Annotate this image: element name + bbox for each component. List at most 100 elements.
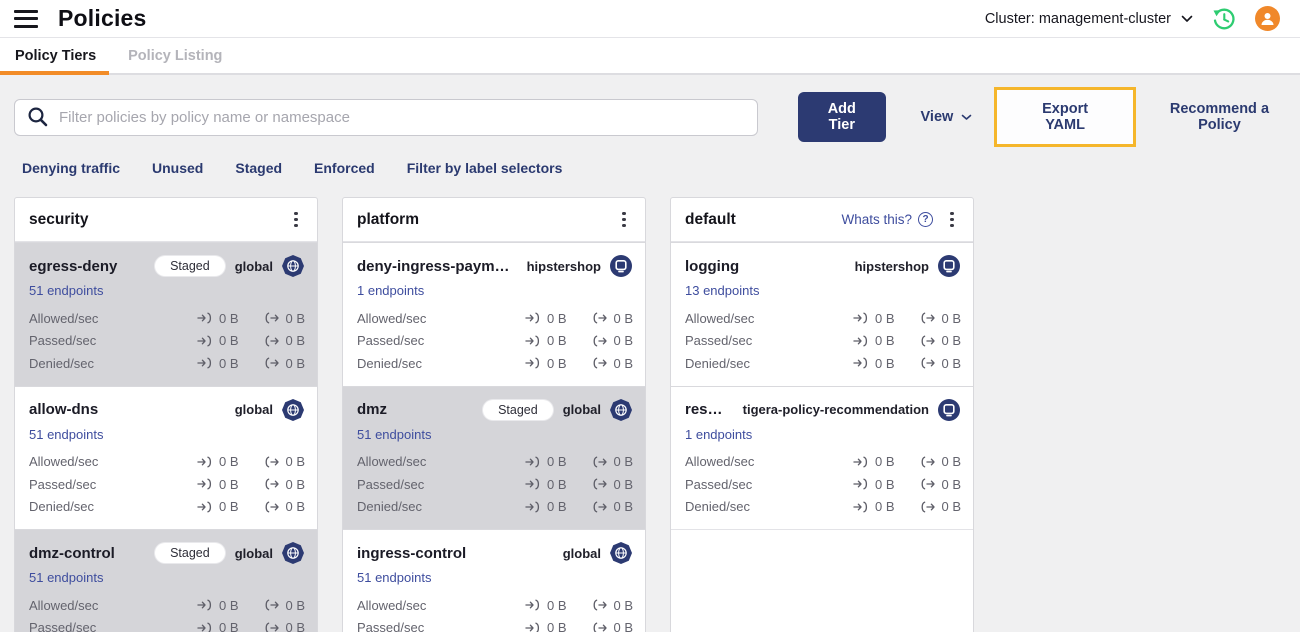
metric-label: Denied/sec — [357, 499, 423, 515]
egress-value: 0 B — [941, 333, 961, 349]
history-restore-icon[interactable] — [1211, 6, 1237, 32]
tab-bar: Policy Tiers Policy Listing — [0, 38, 1300, 75]
staged-badge: Staged — [155, 256, 225, 276]
view-dropdown-button[interactable]: View — [921, 109, 973, 125]
kebab-menu-icon[interactable] — [615, 211, 633, 229]
egress-value: 0 B — [941, 454, 961, 470]
tier-header: security — [15, 198, 317, 242]
metric-label: Passed/sec — [685, 476, 753, 492]
policy-scope-label: hipstershop — [526, 258, 601, 274]
ingress-arrow-icon — [853, 335, 870, 347]
metric-row: Passed/sec 0 B 0 B — [685, 330, 961, 353]
metric-label: Allowed/sec — [357, 454, 427, 470]
add-tier-button[interactable]: Add Tier — [798, 92, 886, 142]
ingress-arrow-icon — [853, 501, 870, 513]
tab-policy-listing[interactable]: Policy Listing — [112, 38, 238, 73]
filter-label-selectors[interactable]: Filter by label selectors — [407, 160, 563, 176]
ingress-arrow-icon — [525, 478, 542, 490]
policy-search-input[interactable] — [59, 108, 746, 126]
endpoints-link[interactable]: 51 endpoints — [29, 570, 103, 585]
metric-label: Allowed/sec — [685, 454, 755, 470]
cluster-selector[interactable]: Cluster: management-cluster — [985, 11, 1193, 27]
filter-denying-traffic[interactable]: Denying traffic — [22, 160, 120, 176]
ingress-arrow-icon — [197, 312, 214, 324]
metric-row: Allowed/sec 0 B 0 B — [357, 451, 633, 474]
tier-header: platform — [343, 198, 645, 242]
ingress-arrow-icon — [525, 335, 542, 347]
metric-row: Passed/sec 0 B 0 B — [357, 473, 633, 496]
ingress-arrow-icon — [525, 599, 542, 611]
staged-badge: Staged — [155, 543, 225, 563]
ingress-value: 0 B — [219, 454, 239, 470]
egress-value: 0 B — [613, 597, 633, 613]
metric-row: Allowed/sec 0 B 0 B — [29, 451, 305, 474]
ingress-value: 0 B — [875, 499, 895, 515]
policy-scope-label: global — [562, 545, 601, 561]
metric-label: Allowed/sec — [29, 310, 99, 326]
kebab-menu-icon[interactable] — [287, 211, 305, 229]
metric-row: Allowed/sec 0 B 0 B — [685, 451, 961, 474]
metric-row: Passed/sec 0 B 0 B — [685, 473, 961, 496]
user-avatar-icon[interactable] — [1255, 6, 1280, 31]
egress-arrow-icon — [591, 599, 608, 611]
endpoints-link[interactable]: 51 endpoints — [29, 427, 103, 442]
policy-card[interactable]: egress-deny Staged global 51 endpoints Allow… — [15, 242, 317, 386]
egress-value: 0 B — [285, 333, 305, 349]
metric-label: Denied/sec — [685, 355, 751, 371]
menu-icon[interactable] — [14, 9, 38, 28]
endpoints-link[interactable]: 51 endpoints — [357, 427, 431, 442]
recommend-policy-button[interactable]: Recommend a Policy — [1153, 101, 1286, 133]
endpoints-link[interactable]: 1 endpoints — [357, 283, 424, 298]
policy-card[interactable]: dmz-control Staged global 51 endpoints Allow… — [15, 529, 317, 632]
ingress-arrow-icon — [525, 312, 542, 324]
policy-card[interactable]: logging hipstershop 13 endpoints Allowed/se… — [671, 242, 973, 386]
filter-enforced[interactable]: Enforced — [314, 160, 375, 176]
ingress-value: 0 B — [219, 310, 239, 326]
policy-name: restricted — [685, 401, 733, 418]
egress-arrow-icon — [263, 312, 280, 324]
metric-row: Denied/sec 0 B 0 B — [29, 496, 305, 519]
egress-arrow-icon — [263, 622, 280, 632]
policy-card[interactable]: restricted tigera-policy-recommendation 1 … — [671, 385, 973, 530]
ingress-arrow-icon — [197, 622, 214, 632]
policy-name: ingress-control — [357, 544, 467, 562]
policy-card[interactable]: deny-ingress-paymentservi... hipstershop 1… — [343, 242, 645, 386]
metric-label: Allowed/sec — [357, 310, 427, 326]
egress-arrow-icon — [263, 501, 280, 513]
policy-card[interactable]: allow-dns global 51 endpoints Allowed/sec 0 … — [15, 385, 317, 530]
metric-label: Passed/sec — [685, 333, 753, 349]
metric-label: Passed/sec — [29, 476, 97, 492]
whats-this-link[interactable]: Whats this?? — [841, 212, 933, 227]
egress-value: 0 B — [613, 620, 633, 632]
egress-arrow-icon — [919, 501, 936, 513]
kebab-menu-icon[interactable] — [943, 211, 961, 229]
app-header: Policies Cluster: management-cluster — [0, 0, 1300, 38]
ingress-value: 0 B — [875, 476, 895, 492]
metric-label: Allowed/sec — [357, 597, 427, 613]
metric-row: Allowed/sec 0 B 0 B — [357, 594, 633, 617]
policy-search-box[interactable] — [14, 98, 759, 136]
metric-label: Passed/sec — [357, 476, 425, 492]
endpoints-link[interactable]: 51 endpoints — [29, 283, 103, 298]
egress-arrow-icon — [591, 335, 608, 347]
endpoints-link[interactable]: 13 endpoints — [685, 283, 759, 298]
egress-value: 0 B — [941, 476, 961, 492]
tier-name: security — [29, 210, 89, 228]
tier-column-security: security egress-deny Staged global 51 endpoi… — [14, 197, 318, 632]
export-yaml-button[interactable]: Export YAML — [1024, 101, 1106, 133]
filter-staged[interactable]: Staged — [235, 160, 282, 176]
export-yaml-highlight: Export YAML — [994, 87, 1136, 147]
endpoints-link[interactable]: 1 endpoints — [685, 427, 752, 442]
policy-card[interactable]: dmz Staged global 51 endpoints Allowed/sec 0 … — [343, 385, 645, 529]
policy-card[interactable]: ingress-control global 51 endpoints Allowed… — [343, 529, 645, 632]
endpoints-link[interactable]: 51 endpoints — [357, 570, 431, 585]
filter-unused[interactable]: Unused — [152, 160, 203, 176]
metric-label: Passed/sec — [357, 620, 425, 632]
ingress-arrow-icon — [525, 622, 542, 632]
staged-badge: Staged — [483, 399, 553, 420]
ingress-value: 0 B — [219, 355, 239, 371]
tier-name: default — [685, 210, 736, 228]
tab-policy-tiers[interactable]: Policy Tiers — [0, 38, 110, 75]
tier-column-platform: platform deny-ingress-paymentservi... hips… — [342, 197, 646, 632]
egress-arrow-icon — [263, 456, 280, 468]
